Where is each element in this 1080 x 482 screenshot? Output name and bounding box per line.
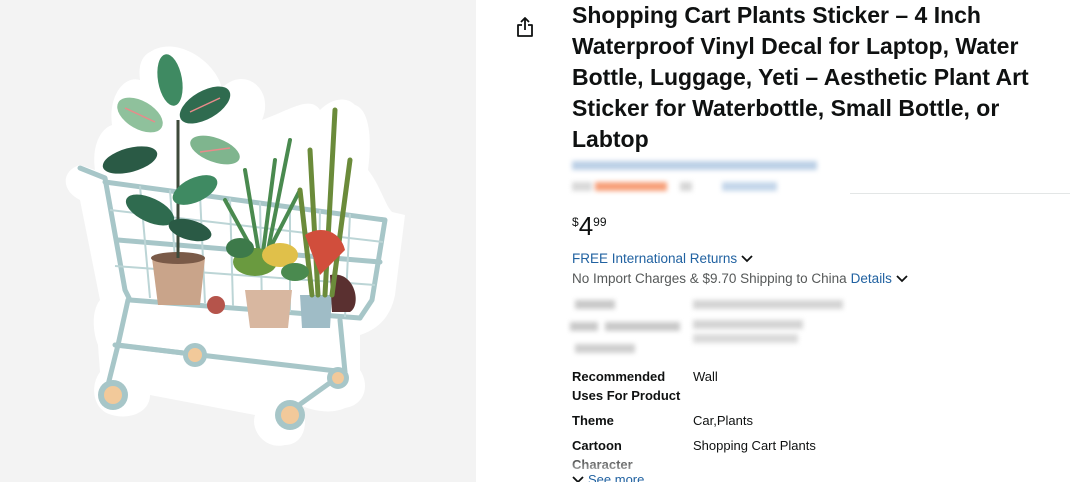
divider — [850, 193, 1070, 194]
price-fraction: 99 — [593, 215, 607, 229]
free-returns-label: FREE International Returns — [572, 251, 738, 266]
price-whole: 4 — [578, 211, 594, 241]
spec-label-recommended-uses: Recommended Uses For Product — [572, 369, 681, 403]
see-more-link[interactable]: See more — [572, 472, 644, 482]
spec-value-theme: Car,Plants — [693, 413, 753, 428]
chevron-down-icon — [572, 475, 584, 482]
price-symbol: $ — [572, 215, 579, 229]
shipping-details-label: Details — [850, 271, 892, 286]
spec-label-theme: Theme — [572, 413, 614, 428]
shipping-info: No Import Charges & $9.70 Shipping to Ch… — [572, 271, 908, 286]
product-title: Shopping Cart Plants Sticker – 4 Inch Wa… — [572, 2, 1029, 152]
shopping-cart-plants-illustration — [65, 46, 405, 446]
chevron-down-icon — [741, 254, 753, 262]
spec-value-recommended-uses: Wall — [693, 369, 718, 384]
see-more-label: See more — [588, 472, 645, 482]
price: $ 4 99 — [572, 212, 607, 240]
share-button[interactable] — [512, 14, 538, 40]
free-returns-link[interactable]: FREE International Returns — [572, 251, 753, 266]
shipping-text: No Import Charges & $9.70 Shipping to Ch… — [572, 271, 847, 286]
product-image[interactable] — [0, 0, 476, 482]
chevron-down-icon — [896, 274, 908, 282]
share-icon — [517, 17, 533, 37]
shipping-details-link[interactable]: Details — [851, 271, 908, 286]
